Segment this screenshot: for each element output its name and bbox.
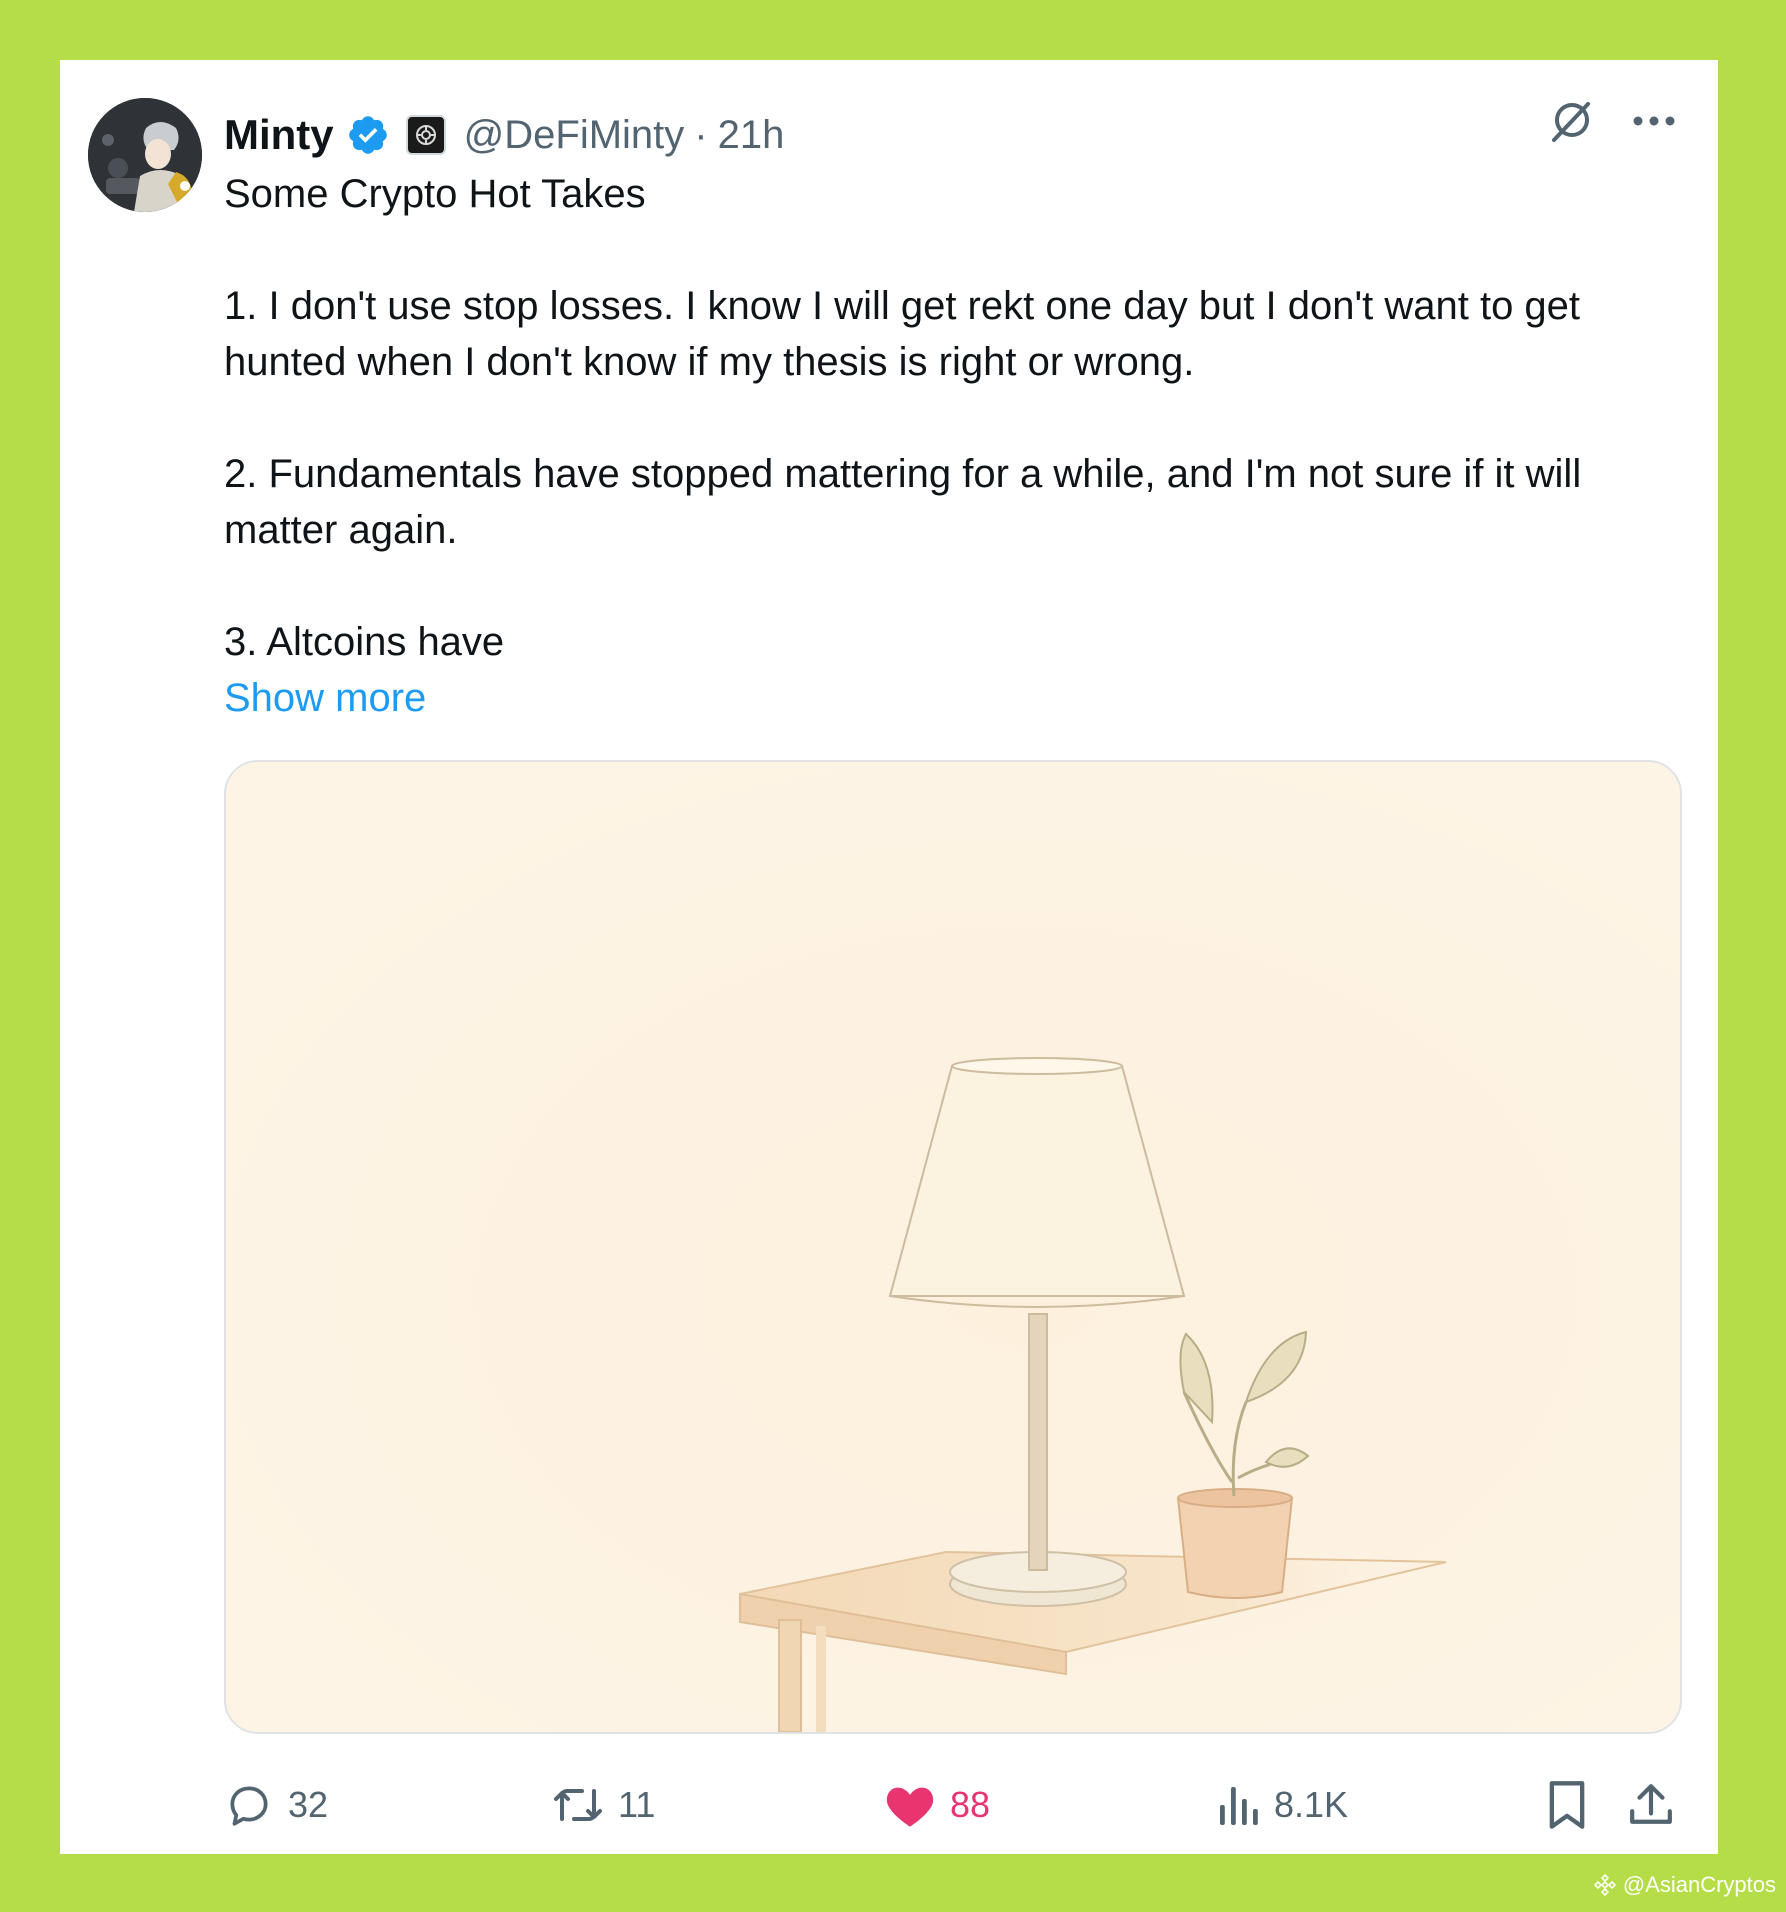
tweet-actions: 32 11 88 8.1K xyxy=(224,1770,1678,1840)
reply-count: 32 xyxy=(288,1784,329,1825)
watermark-text: @AsianCryptos xyxy=(1622,1872,1776,1897)
more-icon[interactable] xyxy=(1632,114,1676,128)
tweet-header: Minty @DeFiMinty · 21h xyxy=(224,98,784,172)
tweet-title-line: Some Crypto Hot Takes xyxy=(224,172,646,216)
watermark: @AsianCryptos xyxy=(1593,1872,1776,1898)
lamp-plant-illustration xyxy=(226,762,1680,1732)
bookmark-button[interactable] xyxy=(1544,1770,1590,1840)
avatar-illustration xyxy=(88,98,202,212)
separator-dot: · xyxy=(694,112,708,157)
like-count: 88 xyxy=(950,1784,991,1825)
tweet-media-image[interactable] xyxy=(224,760,1682,1734)
tweet-card: Minty @DeFiMinty · 21h Some Crypto Hot T… xyxy=(60,60,1718,1854)
grok-icon[interactable] xyxy=(1546,96,1596,146)
retweet-count: 11 xyxy=(618,1784,656,1825)
affiliation-badge-icon[interactable] xyxy=(405,115,446,155)
affiliation-logo-icon xyxy=(415,125,436,145)
reply-icon xyxy=(230,1786,268,1826)
author-name[interactable]: Minty xyxy=(224,111,334,159)
header-actions xyxy=(1546,96,1676,146)
tweet-point-3: 3. Altcoins have xyxy=(224,620,505,664)
author-handle[interactable]: @DeFiMinty xyxy=(464,113,685,158)
post-time[interactable]: 21h xyxy=(718,113,785,158)
share-icon xyxy=(1630,1784,1672,1824)
bookmark-icon xyxy=(1549,1781,1585,1829)
like-button[interactable]: 88 xyxy=(884,1770,990,1840)
views-count: 8.1K xyxy=(1274,1784,1349,1825)
binance-logo-icon xyxy=(1593,1873,1616,1897)
tweet-point-2: 2. Fundamentals have stopped mattering f… xyxy=(224,452,1582,552)
share-button[interactable] xyxy=(1628,1770,1674,1840)
views-button[interactable]: 8.1K xyxy=(1216,1770,1348,1840)
show-more-link[interactable]: Show more xyxy=(224,670,1664,726)
tweet-text: Some Crypto Hot Takes 1. I don't use sto… xyxy=(224,166,1664,726)
retweet-icon xyxy=(554,1789,602,1821)
views-icon xyxy=(1220,1787,1258,1825)
tweet-point-1: 1. I don't use stop losses. I know I wil… xyxy=(224,284,1581,384)
heart-icon xyxy=(886,1787,934,1827)
verified-badge-icon[interactable] xyxy=(346,113,390,157)
avatar[interactable] xyxy=(88,98,202,212)
reply-button[interactable]: 32 xyxy=(224,1770,328,1840)
retweet-button[interactable]: 11 xyxy=(552,1770,655,1840)
